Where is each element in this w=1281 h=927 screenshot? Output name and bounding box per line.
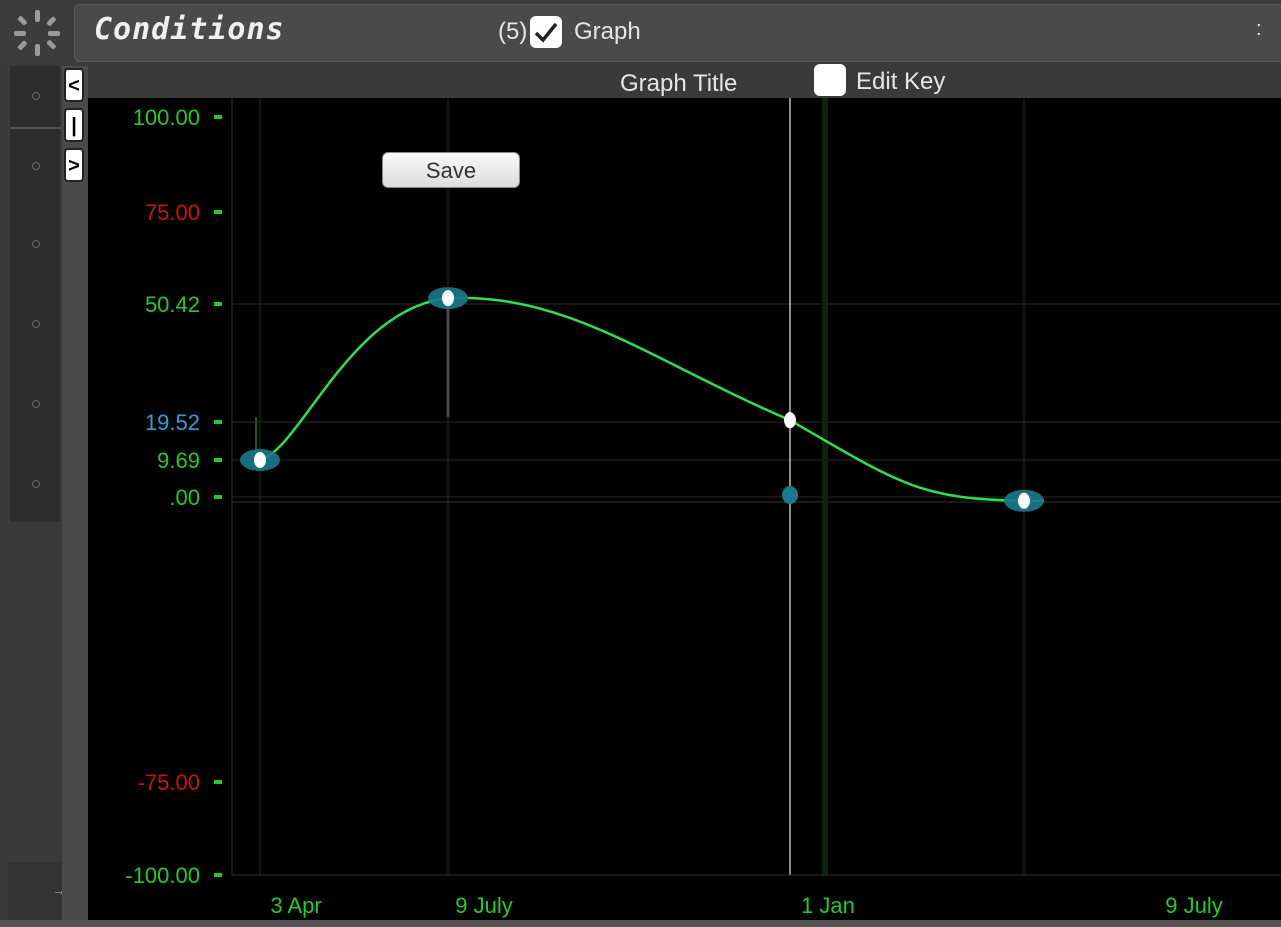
edit-key-label[interactable]: Edit Key xyxy=(856,68,945,96)
dot-icon xyxy=(32,240,40,248)
sidebar-item[interactable] xyxy=(10,384,60,424)
sidebar-item[interactable] xyxy=(10,146,60,186)
y-tick-mark xyxy=(214,458,222,462)
y-tick-mark xyxy=(214,302,222,306)
graph-title: Graph Title xyxy=(620,70,738,97)
y-tick-label: .00 xyxy=(169,485,200,510)
prev-button[interactable]: < xyxy=(64,68,84,102)
dot-icon xyxy=(32,162,40,170)
nav-strip xyxy=(62,66,88,920)
y-tick-mark xyxy=(214,873,222,877)
range-band xyxy=(822,98,828,875)
loading-spinner-icon[interactable] xyxy=(12,8,62,58)
graph-checkbox-label[interactable]: Graph xyxy=(574,18,641,46)
y-tick-mark xyxy=(214,115,222,119)
checkmark-icon xyxy=(534,22,558,43)
graph-checkbox[interactable] xyxy=(530,16,562,48)
y-tick-label: 19.52 xyxy=(145,410,200,435)
dot-icon xyxy=(32,480,40,488)
collapse-button[interactable]: | xyxy=(64,108,84,142)
save-button[interactable]: Save xyxy=(382,152,520,188)
line-chart[interactable]: 100.00 75.00 50.42 19.52 9.69 .00 -75.00 -100.0… xyxy=(88,98,1281,920)
y-tick-label: -75.00 xyxy=(138,770,200,795)
dot-icon xyxy=(32,92,40,100)
panel-title: Conditions xyxy=(94,12,285,47)
y-tick-label: -100.00 xyxy=(125,863,200,888)
y-tick-label: 9.69 xyxy=(157,448,200,473)
next-button[interactable]: > xyxy=(64,148,84,182)
dot-icon xyxy=(32,400,40,408)
x-tick-label: 3 Apr xyxy=(270,893,321,918)
y-tick-label: 50.42 xyxy=(145,292,200,317)
data-point xyxy=(1018,492,1030,509)
series-line xyxy=(259,296,1045,503)
y-tick-label: 75.00 xyxy=(145,200,200,225)
edit-key-checkbox[interactable] xyxy=(814,64,846,96)
y-tick-mark xyxy=(214,495,222,499)
colon-menu-icon[interactable]: : xyxy=(1256,18,1262,41)
data-point xyxy=(784,412,796,429)
x-tick-label: 9 July xyxy=(1165,893,1222,918)
x-tick-label: 1 Jan xyxy=(801,893,855,918)
sidebar-item[interactable] xyxy=(10,464,60,504)
sidebar-item[interactable] xyxy=(10,76,60,116)
y-tick-mark xyxy=(214,420,222,424)
sidebar-item[interactable] xyxy=(10,304,60,344)
sidebar-divider xyxy=(10,127,62,129)
ghost-point xyxy=(782,486,798,504)
data-point xyxy=(442,290,454,307)
sidebar-item[interactable] xyxy=(10,224,60,264)
left-sidebar xyxy=(10,66,60,522)
x-tick-label: 9 July xyxy=(455,893,512,918)
y-tick-label: 100.00 xyxy=(133,105,200,130)
dot-icon xyxy=(32,320,40,328)
y-tick-mark xyxy=(214,210,222,214)
y-tick-mark xyxy=(214,780,222,784)
condition-count: (5) xyxy=(498,18,528,45)
bottom-edge xyxy=(0,920,1281,927)
sidebar-footer[interactable]: → xyxy=(8,862,66,922)
data-point xyxy=(254,452,266,468)
